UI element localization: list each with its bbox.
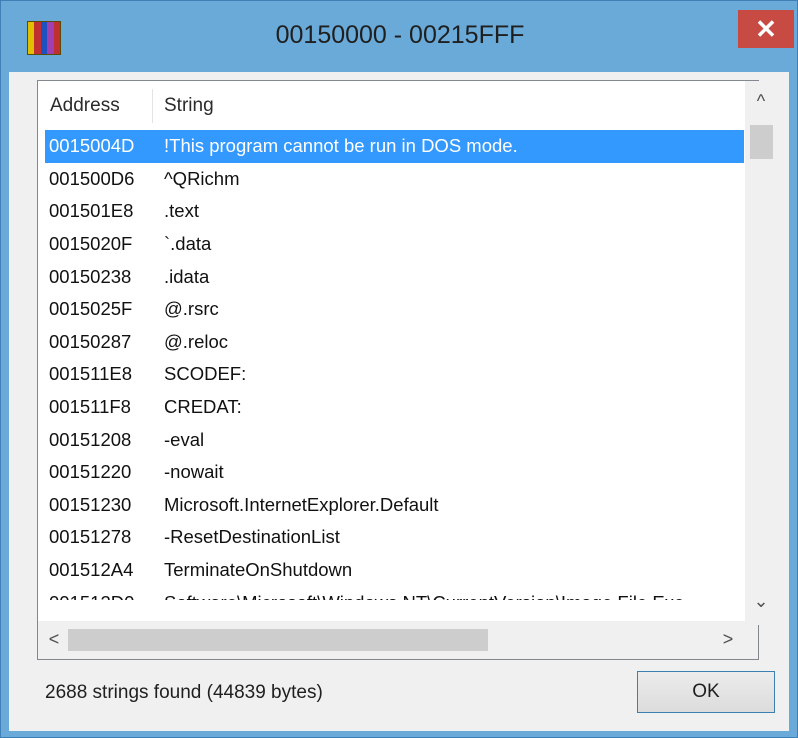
list-rows: 0015004D !This program cannot be run in D…	[45, 130, 745, 600]
list-item[interactable]: 00151208 -eval	[45, 423, 745, 456]
row-address: 001511F8	[49, 396, 131, 418]
strings-dialog: 00150000 - 00215FFF ✕ Address String 001…	[0, 0, 798, 738]
scroll-up-icon[interactable]: ^	[745, 91, 777, 112]
row-string: Microsoft.InternetExplorer.Default	[164, 493, 439, 515]
list-item[interactable]: 00150238 .idata	[45, 260, 745, 293]
row-string: .idata	[164, 265, 210, 287]
list-item[interactable]: 001512D0Software\Microsoft\Windows NT\Cu…	[45, 586, 745, 600]
row-string: SCODEF:	[164, 363, 247, 385]
row-string: -nowait	[164, 461, 224, 483]
row-address: 001500D6	[49, 167, 135, 189]
vertical-scrollbar[interactable]: ^ ⌄	[744, 81, 777, 625]
window-title: 00150000 - 00215FFF	[275, 21, 525, 49]
row-address: 0015025F	[49, 298, 133, 320]
horizontal-scroll-thumb[interactable]	[68, 629, 488, 651]
list-item[interactable]: 00151230 Microsoft.InternetExplorer.Defau…	[45, 489, 745, 522]
row-address: 00150287	[49, 330, 132, 352]
list-item[interactable]: 001501E8 .text	[45, 195, 745, 228]
column-header-string[interactable]: String	[164, 95, 214, 117]
row-string: !This program cannot be run in DOS mode.	[164, 135, 518, 157]
column-divider[interactable]	[152, 89, 153, 123]
row-address: 0015020F	[49, 233, 133, 255]
row-address: 00151220	[49, 461, 132, 483]
list-item[interactable]: 00150287 @.reloc	[45, 326, 745, 359]
row-address: 00151278	[49, 526, 132, 548]
row-address: 00150238	[49, 265, 132, 287]
row-string: -eval	[164, 428, 205, 450]
close-icon: ✕	[755, 13, 777, 44]
row-string: .text	[164, 200, 199, 222]
row-string: Software\Microsoft\Windows NT\CurrentVer…	[164, 592, 684, 600]
row-string: -ResetDestinationList	[164, 526, 340, 548]
row-string: `.data	[164, 233, 212, 255]
scroll-down-icon[interactable]: ⌄	[745, 591, 777, 612]
vertical-scroll-thumb[interactable]	[750, 125, 773, 159]
status-text: 2688 strings found (44839 bytes)	[45, 682, 323, 703]
ok-button[interactable]: OK	[637, 671, 775, 713]
row-string: ^QRichm	[164, 167, 240, 189]
list-item[interactable]: 001511F8 CREDAT:	[45, 391, 745, 424]
strings-list[interactable]: Address String 0015004D !This program can…	[37, 80, 777, 660]
list-item[interactable]: 001500D6 ^QRichm	[45, 163, 745, 196]
scrollbar-corner	[744, 621, 758, 659]
column-header-address[interactable]: Address	[50, 95, 120, 117]
list-item[interactable]: 00151220 -nowait	[45, 456, 745, 489]
row-address: 001501E8	[49, 200, 134, 222]
row-string: @.rsrc	[164, 298, 219, 320]
row-address: 0015004D	[49, 135, 135, 157]
close-button[interactable]: ✕	[738, 10, 794, 48]
scroll-left-icon[interactable]: <	[38, 629, 70, 650]
scroll-right-icon[interactable]: >	[712, 629, 744, 650]
list-item[interactable]: 0015004D !This program cannot be run in D…	[45, 130, 745, 163]
row-address: 001511E8	[49, 363, 132, 385]
row-string: CREDAT:	[164, 396, 242, 418]
list-item[interactable]: 00151278 -ResetDestinationList	[45, 521, 745, 554]
list-item[interactable]: 0015025F @.rsrc	[45, 293, 745, 326]
list-item[interactable]: 001512A4 TerminateOnShutdown	[45, 554, 745, 587]
row-string: @.reloc	[164, 330, 229, 352]
list-item[interactable]: 0015020F `.data	[45, 228, 745, 261]
list-item[interactable]: 001511E8 SCODEF:	[45, 358, 745, 391]
title-bar[interactable]: 00150000 - 00215FFF ✕	[1, 1, 797, 73]
row-address: 00151230	[49, 493, 132, 515]
row-address: 00151208	[49, 428, 132, 450]
horizontal-scrollbar[interactable]: < >	[38, 621, 744, 659]
row-address: 001512D0	[45, 592, 164, 600]
dialog-body: Address String 0015004D !This program can…	[9, 72, 789, 731]
row-address: 001512A4	[49, 559, 134, 581]
list-header: Address String	[38, 81, 744, 127]
row-string: TerminateOnShutdown	[164, 559, 353, 581]
